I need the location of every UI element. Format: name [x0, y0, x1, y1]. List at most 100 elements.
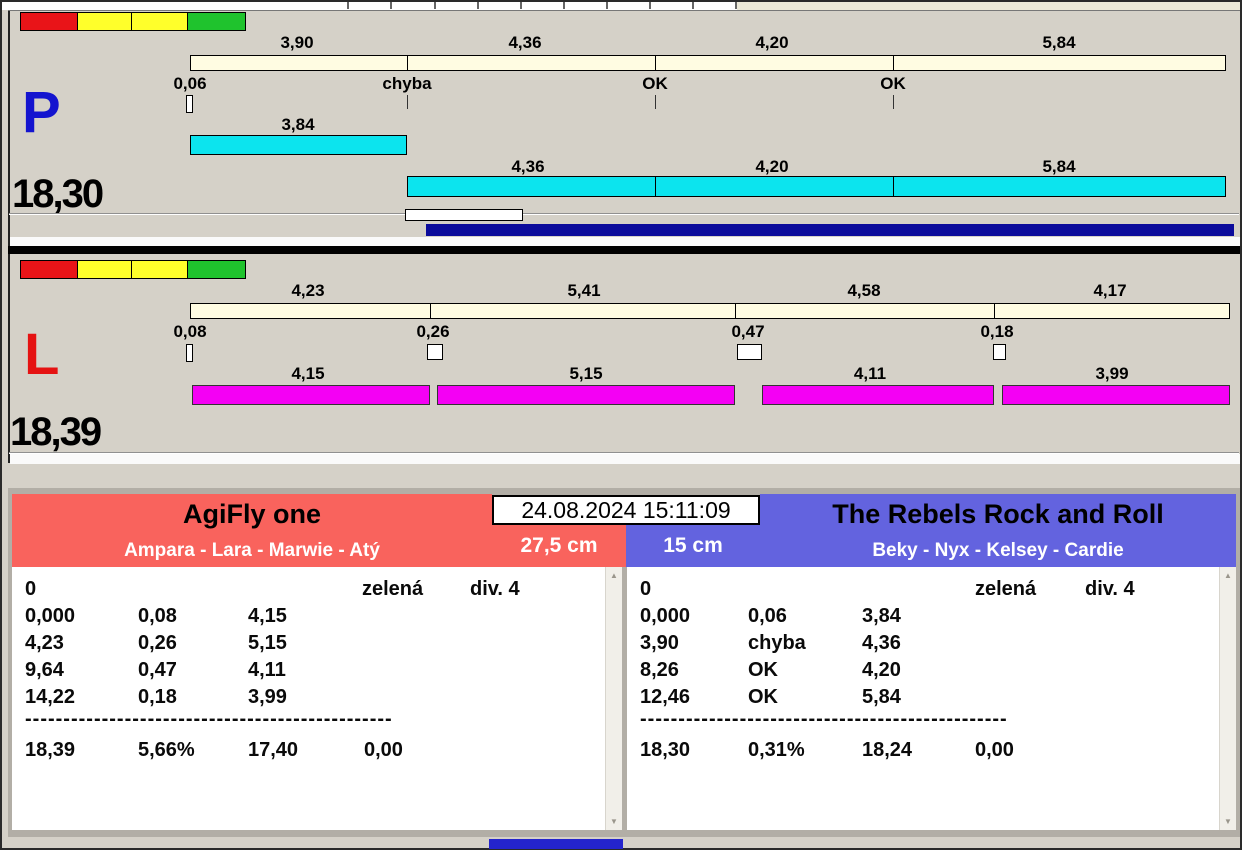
result-cell: 0,18 [138, 686, 177, 708]
scroll-up-button[interactable]: ▲ [1220, 567, 1236, 584]
split-time-label: 5,41 [567, 281, 601, 300]
progress-underline-p [426, 224, 1234, 236]
result-cell: 4,15 [248, 605, 287, 627]
split-time-label: 4,58 [847, 281, 881, 300]
light-yellow-2 [132, 261, 188, 278]
result-total-cell: 0,00 [975, 739, 1014, 761]
gate-result-label: OK [880, 74, 906, 93]
result-cell: 0 [640, 578, 652, 600]
result-cell: 0 [25, 578, 37, 600]
result-cell: 12,46 [640, 686, 691, 708]
result-cell: OK [748, 686, 778, 708]
status-lights-l [20, 260, 246, 279]
segment-time-label: 4,11 [853, 364, 887, 383]
panel-divider-line [9, 213, 1239, 215]
gate-result-label: 0,08 [173, 322, 207, 341]
result-cell: 4,20 [862, 659, 901, 681]
result-cell: 3,84 [862, 605, 901, 627]
result-cell: 4,11 [248, 659, 286, 681]
lane-total-l: 18,39 [10, 410, 102, 454]
scroll-up-button[interactable]: ▲ [606, 567, 622, 584]
light-green [188, 261, 245, 278]
gate-result-label: 0,47 [731, 322, 765, 341]
start-marker-p [186, 95, 193, 113]
scrollbar[interactable]: ▲ ▼ [605, 567, 622, 830]
light-red [21, 13, 78, 30]
result-cell: 4,23 [25, 632, 64, 654]
ruler-divider [430, 304, 431, 318]
ruler-divider [994, 304, 995, 318]
top-ruler-tick [347, 2, 349, 9]
team-left-name: AgiFly one [182, 499, 321, 529]
top-ruler-tick [477, 2, 479, 9]
gate-result-label: chyba [382, 74, 432, 93]
gate-tick [893, 95, 894, 109]
lane-letter-l: L [24, 322, 60, 387]
gap-strip-p [10, 237, 1240, 246]
result-cell: 0,26 [138, 632, 177, 654]
arrow-up-icon: ▲ [610, 571, 618, 580]
top-ruler-tick [390, 2, 392, 9]
light-yellow-2 [132, 13, 188, 30]
result-cell: zelená [362, 578, 424, 600]
light-red [21, 261, 78, 278]
bar-divider [655, 177, 656, 196]
lane-total-p: 18,30 [12, 172, 104, 216]
top-ruler-tick [735, 2, 737, 9]
gate-result-label: 0,18 [980, 322, 1014, 341]
team-right-name: The Rebels Rock and Roll [832, 499, 1164, 529]
team-right-members: Beky - Nyx - Kelsey - Cardie [872, 540, 1124, 561]
result-cell: 0,47 [138, 659, 177, 681]
progress-bar-l-3 [762, 385, 994, 405]
result-total-cell: 18,24 [862, 739, 913, 761]
gate-marker-box [737, 344, 762, 360]
result-cell: div. 4 [470, 578, 520, 600]
progress-bar-p-1 [190, 135, 407, 155]
results-right-panel: 0 zelená div. 4 0,000 0,06 3,84 3,90 chy… [627, 567, 1236, 830]
progress-bar-l-4 [1002, 385, 1230, 405]
result-cell: OK [748, 659, 778, 681]
results-left-panel: 0 zelená div. 4 0,000 0,08 4,15 4,23 0,2… [12, 567, 622, 830]
scrollbar[interactable]: ▲ ▼ [1219, 567, 1236, 830]
scroll-down-button[interactable]: ▼ [606, 813, 622, 830]
category-left: 27,5 cm [492, 525, 626, 567]
result-cell: 3,90 [640, 632, 679, 654]
top-ruler-tick [692, 2, 694, 9]
scroll-down-button[interactable]: ▼ [1220, 813, 1236, 830]
run-time-label: 4,36 [511, 157, 545, 176]
result-cell: 5,84 [862, 686, 901, 708]
result-cell: div. 4 [1085, 578, 1135, 600]
result-cell: 9,64 [25, 659, 64, 681]
start-marker-l [186, 344, 193, 362]
result-cell: 0,000 [25, 605, 76, 627]
status-lights-p [20, 12, 246, 31]
result-total-cell: 5,66% [138, 739, 195, 761]
result-cell: chyba [748, 632, 806, 654]
result-cell: 14,22 [25, 686, 76, 708]
light-yellow-1 [78, 261, 132, 278]
clock-display: 24.08.2024 15:11:09 [492, 495, 760, 525]
split-time-label: 3,90 [280, 33, 314, 52]
progress-marker-p [405, 209, 523, 221]
gate-marker-box [427, 344, 443, 360]
result-cell: 8,26 [640, 659, 679, 681]
lanes-top-border [8, 10, 1240, 11]
split-time-label: 4,20 [755, 33, 789, 52]
ruler-divider [407, 56, 408, 70]
result-total-cell: 0,00 [364, 739, 403, 761]
ruler-divider [655, 56, 656, 70]
bar-divider [893, 177, 894, 196]
gate-tick [407, 95, 408, 109]
result-total-cell: 18,39 [25, 739, 76, 761]
gate-result-label: OK [642, 74, 668, 93]
bottom-blue-bar [489, 839, 623, 849]
result-total-cell: 17,40 [248, 739, 299, 761]
result-cell: 5,15 [248, 632, 287, 654]
top-tan-strip [737, 2, 1240, 10]
result-cell: 4,36 [862, 632, 901, 654]
split-time-label: 4,17 [1093, 281, 1127, 300]
arrow-down-icon: ▼ [1224, 817, 1232, 826]
gate-marker-box [993, 344, 1006, 360]
light-green [188, 13, 245, 30]
progress-bar-l-1 [192, 385, 430, 405]
